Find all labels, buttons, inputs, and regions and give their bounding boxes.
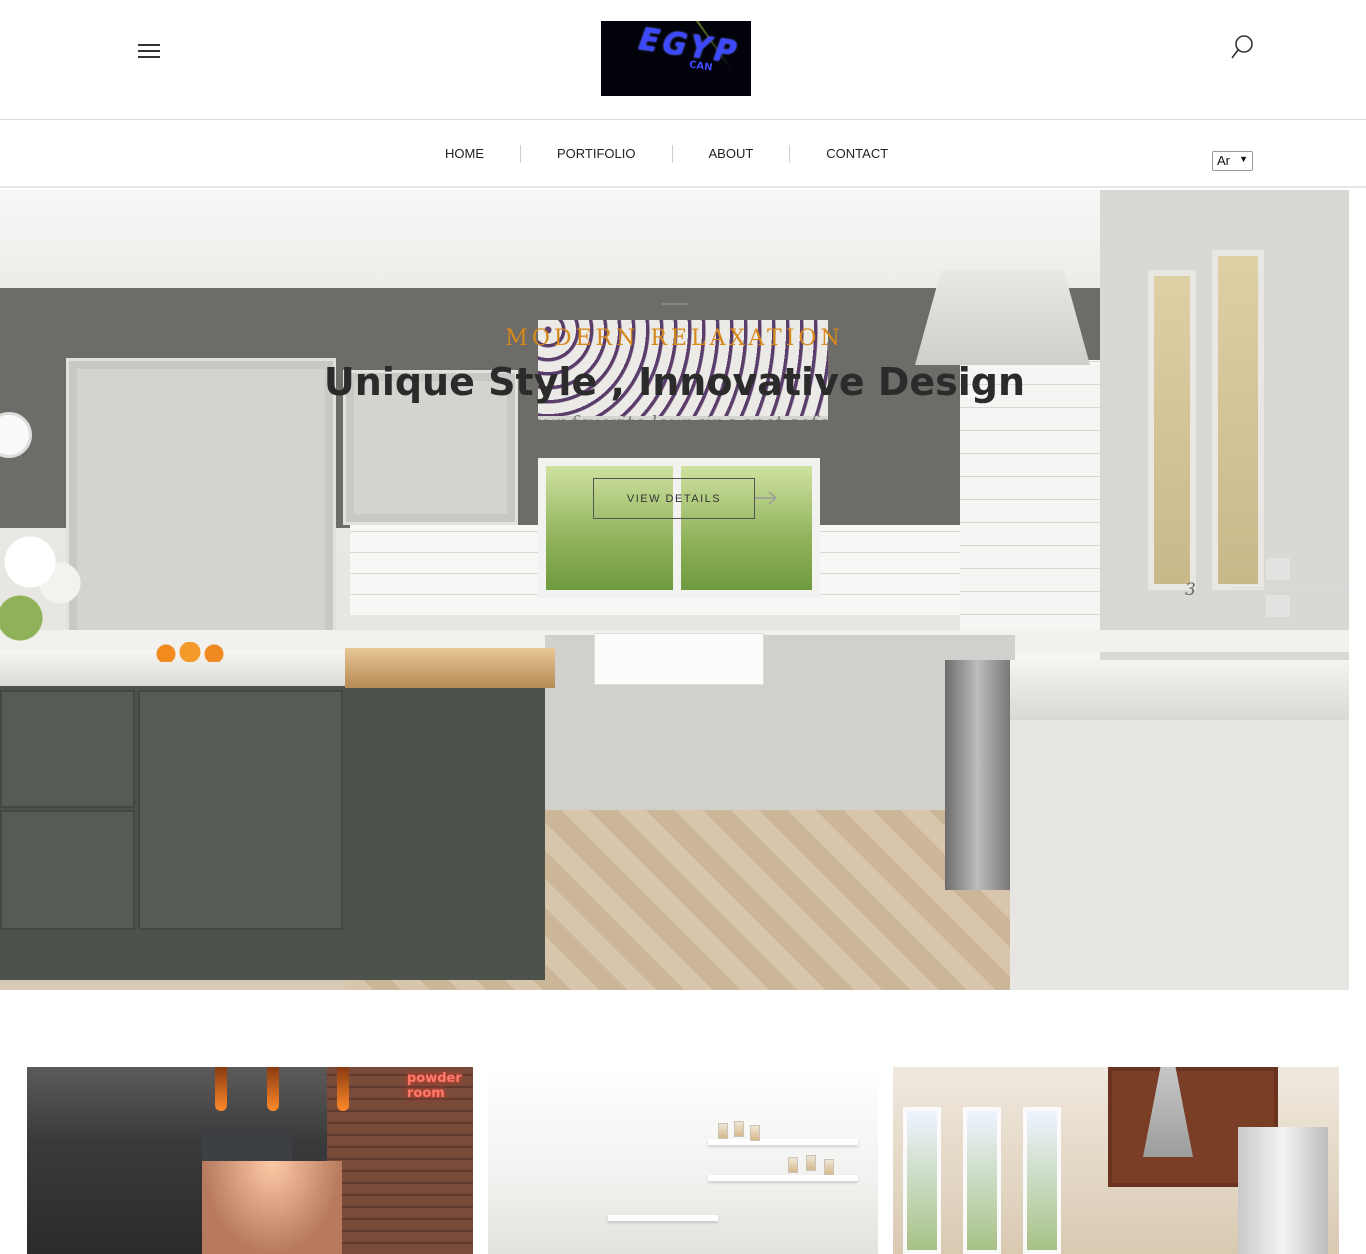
hero-subtitle: MODERN RELAXATION (505, 326, 844, 351)
language-selected-value: Ar (1217, 153, 1230, 168)
language-select[interactable]: Ar ▼ (1212, 151, 1253, 171)
logo-subtext: CAN (688, 59, 714, 74)
nav-menu: HOME PORTIFOLIO ABOUT CONTACT (409, 145, 924, 163)
hero-background-image (0, 190, 1349, 990)
thumbnail-kitchen-white[interactable] (488, 1067, 878, 1254)
hero-title: Unique Style , Innovative Design (323, 360, 1026, 404)
hamburger-menu-icon[interactable] (138, 44, 160, 58)
arrow-right-icon[interactable] (754, 490, 778, 508)
thumbnail-kitchen-dark[interactable]: powder room (27, 1067, 473, 1254)
neon-sign-text: powder room (407, 1071, 462, 1101)
nav-item-portfolio[interactable]: PORTIFOLIO (521, 145, 673, 163)
nav-item-about[interactable]: ABOUT (673, 145, 791, 163)
site-header: EGYP CAN (0, 0, 1366, 120)
nav-item-contact[interactable]: CONTACT (790, 145, 924, 163)
search-icon[interactable] (1230, 34, 1254, 60)
slide-nav-prev[interactable] (1266, 558, 1290, 580)
thumbnail-kitchen-wood[interactable] (893, 1067, 1339, 1254)
hero-slider: MODERN RELAXATION Unique Style , Innovat… (0, 190, 1349, 990)
hero-tagline: Your favorite lounging spot sofa (520, 412, 829, 434)
dropdown-arrow-icon: ▼ (1239, 154, 1248, 164)
slide-marker (662, 303, 688, 305)
slide-nav-next[interactable] (1266, 595, 1290, 617)
slide-counter-line (1230, 587, 1349, 588)
slide-counter: 3 (1185, 580, 1202, 600)
main-navigation: HOME PORTIFOLIO ABOUT CONTACT Ar ▼ (0, 121, 1366, 188)
view-details-button[interactable]: VIEW DETAILS (593, 478, 755, 519)
nav-item-home[interactable]: HOME (409, 145, 521, 163)
site-logo[interactable]: EGYP CAN (601, 21, 751, 96)
portfolio-thumbnails: powder room (0, 1067, 1366, 1254)
